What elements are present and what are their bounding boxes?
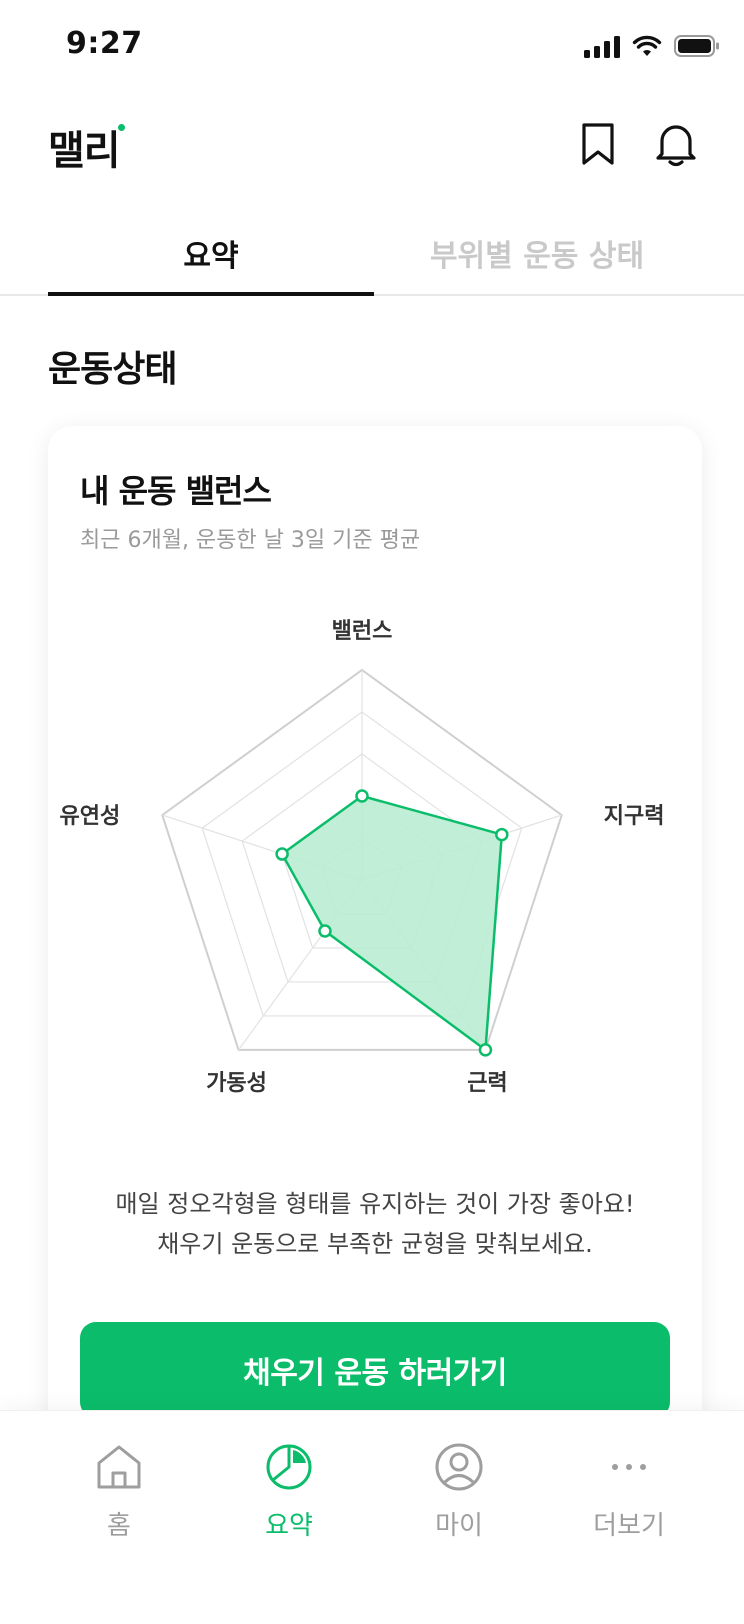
nav-home-label: 홈 — [107, 1511, 131, 1541]
status-icons — [584, 32, 720, 60]
wifi-icon — [632, 35, 662, 56]
radar-data-point — [318, 924, 332, 938]
app-logo[interactable]: 맬리 — [48, 118, 121, 176]
radar-axis-label: 근력 — [467, 1071, 507, 1096]
tab-summary[interactable]: 요약 — [48, 210, 374, 296]
nav-more[interactable]: 더보기 — [544, 1441, 714, 1561]
nav-my-label: 마이 — [435, 1511, 483, 1541]
status-bar: 9:27 — [0, 0, 744, 92]
radar-data-point — [355, 789, 369, 803]
message-line-2: 채우기 운동으로 부족한 균형을 맞춰보세요. — [157, 1230, 593, 1258]
signal-icon — [584, 34, 620, 58]
radar-data-area — [280, 794, 504, 1052]
radar-axis-label: 지구력 — [604, 804, 665, 829]
notification-button[interactable] — [652, 118, 700, 170]
radar-axis-label: 밸런스 — [332, 619, 393, 644]
radar-data-point — [495, 827, 509, 842]
radar-chart: 밸런스지구력근력 가동성 유연성 — [60, 619, 665, 1096]
app-screen: 9:27 맬리 요약 부위별 운동 상태 운동상태 내 운동 밸런스 최근 6개… — [0, 0, 744, 1624]
card-title: 내 운동 밸런스 — [80, 472, 272, 510]
nav-my[interactable]: 마이 — [374, 1441, 544, 1561]
logo-dot — [118, 124, 125, 131]
message-line-1: 매일 정오각형을 형태를 유지하는 것이 가장 좋아요! — [115, 1190, 635, 1218]
home-icon — [97, 1445, 141, 1489]
tab-indicator — [48, 292, 374, 296]
battery-icon — [674, 35, 719, 57]
section-title: 운동상태 — [48, 349, 177, 390]
bookmark-button[interactable] — [574, 118, 622, 170]
radar-data-point — [275, 847, 289, 861]
nav-more-label: 더보기 — [593, 1511, 665, 1541]
card-subtitle: 최근 6개월, 운동한 날 3일 기준 평균 — [80, 528, 421, 553]
bookmark-icon — [582, 123, 614, 165]
bottom-nav: 홈 요약 마이 더보기 — [0, 1410, 744, 1624]
radar-axis-label: 가동성 — [206, 1071, 267, 1096]
bell-icon — [656, 125, 696, 167]
tab-body-parts[interactable]: 부위별 운동 상태 — [374, 210, 700, 296]
status-time: 9:27 — [66, 26, 143, 61]
card-message: 매일 정오각형을 형태를 유지하는 것이 가장 좋아요! 채우기 운동으로 부족… — [48, 1184, 702, 1264]
pie-chart-icon — [266, 1444, 312, 1490]
app-header: 맬리 — [0, 110, 744, 190]
tab-bar: 요약 부위별 운동 상태 — [0, 210, 744, 296]
nav-home[interactable]: 홈 — [34, 1441, 204, 1561]
more-icon — [612, 1464, 646, 1470]
radar-axis-label: 유연성 — [60, 804, 121, 829]
radar-data-point — [478, 1043, 493, 1057]
user-icon — [435, 1443, 483, 1491]
exercise-balance-card: 내 운동 밸런스 최근 6개월, 운동한 날 3일 기준 평균 밸런스지구력근력… — [48, 426, 702, 1526]
nav-summary[interactable]: 요약 — [204, 1441, 374, 1561]
fill-exercise-button[interactable]: 채우기 운동 하러가기 — [80, 1322, 670, 1418]
nav-summary-label: 요약 — [265, 1511, 313, 1541]
